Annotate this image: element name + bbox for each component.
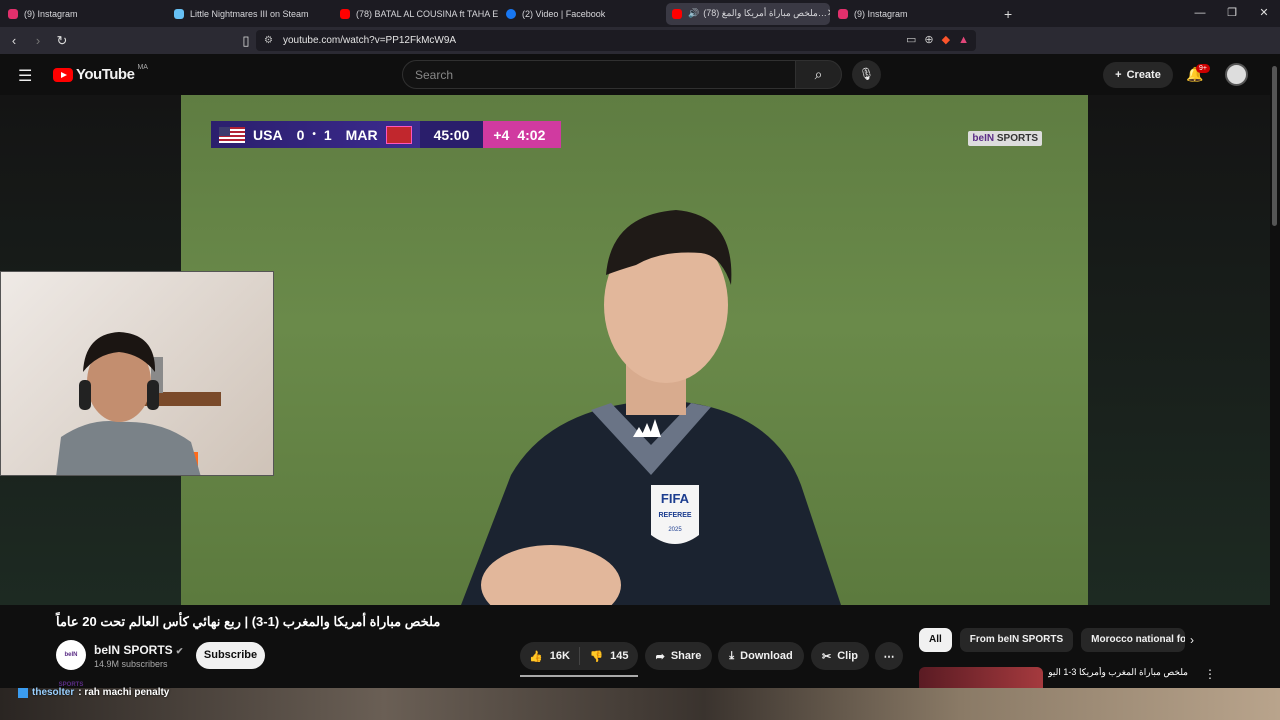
chip-from-channel[interactable]: From beIN SPORTS (959, 628, 1074, 652)
steam-icon (174, 8, 184, 19)
subscriber-count: 14.9M subscribers (94, 659, 168, 669)
more-vertical-icon[interactable]: ⋮ (1204, 667, 1216, 681)
voice-search-button[interactable]: 🎙 (852, 60, 881, 89)
download-icon: ⤓ (729, 649, 735, 662)
reload-icon[interactable]: ↻ (52, 33, 72, 49)
youtube-masthead: ☰ YouTube MA Search ⌕ 🎙 + Create 🔔 (0, 54, 1280, 95)
added-time: +4 4:02 (483, 121, 562, 148)
recommended-thumbnail[interactable] (919, 667, 1043, 689)
search-button[interactable]: ⌕ (795, 60, 842, 89)
match-clock: 45:00 (419, 121, 484, 148)
scrollbar-thumb[interactable] (1272, 66, 1277, 226)
share-icon: ➦ (655, 650, 665, 663)
plus-icon: + (1115, 69, 1122, 81)
close-window-button[interactable]: ✕ (1248, 0, 1280, 27)
browser-tab-active[interactable]: 🔊(78) ملخص مباراة أمريكا والمغ…✕ (666, 2, 830, 25)
url-text: youtube.com/watch?v=PP12FkMcW9A (282, 35, 457, 46)
account-avatar[interactable] (1225, 63, 1248, 86)
microphone-icon: 🎙 (858, 67, 875, 81)
brave-shield-icon[interactable]: ◆ (939, 33, 953, 46)
create-button[interactable]: + Create (1103, 62, 1173, 88)
clip-button[interactable]: ✂ Clip (811, 642, 869, 670)
facebook-icon (506, 8, 516, 19)
page-scrollbar[interactable] (1270, 54, 1280, 688)
filter-chips: All From beIN SPORTS Morocco national fo… (919, 628, 1186, 652)
new-tab-button[interactable]: + (1004, 6, 1012, 22)
browser-tab[interactable]: Little Nightmares III on Steam (168, 3, 332, 25)
chip-morocco[interactable]: Morocco national foo (1081, 628, 1186, 652)
site-info-icon[interactable]: ⚙ (264, 35, 273, 46)
browser-nav-bar: ‹ › ↻ ▯ ⚙ youtube.com/watch?v=PP12FkMcW9… (0, 27, 1280, 74)
browser-tab[interactable]: (2) Video | Facebook (500, 3, 664, 25)
forward-icon[interactable]: › (28, 33, 48, 48)
scissors-icon: ✂ (822, 650, 832, 663)
headphones-icon (79, 380, 91, 410)
bookmark-icon[interactable]: ▯ (236, 33, 256, 49)
youtube-icon (672, 8, 682, 19)
scoreboard-teams: USA 0 • 1 MAR (211, 121, 420, 148)
youtube-logo[interactable]: YouTube MA (53, 64, 148, 83)
notification-badge: 9+ (1196, 64, 1210, 73)
instagram-icon (8, 8, 18, 19)
address-bar[interactable]: ⚙ youtube.com/watch?v=PP12FkMcW9A ▭ ⊕ ◆ … (256, 30, 976, 51)
zoom-icon[interactable]: ⊕ (921, 33, 936, 46)
verified-icon: ✔ (175, 646, 184, 656)
chip-all[interactable]: All (919, 628, 952, 652)
player-backdrop-right (1088, 95, 1270, 605)
like-button[interactable]: 👍 16K (520, 647, 580, 665)
chevron-right-icon[interactable]: › (1190, 633, 1194, 647)
brave-rewards-icon[interactable]: ▲ (955, 34, 972, 46)
svg-text:FIFA: FIFA (661, 491, 690, 506)
hamburger-menu-icon[interactable]: ☰ (18, 66, 32, 86)
speaker-icon[interactable]: 🔊 (688, 8, 699, 19)
stream-chat-message: thesolter : rah machi penalty (18, 687, 169, 698)
youtube-icon (340, 8, 350, 19)
share-button[interactable]: ➦ Share (645, 642, 712, 670)
like-ratio-bar (520, 675, 638, 677)
streamer-webcam (0, 271, 274, 476)
streamer-figure (56, 332, 221, 475)
scoreboard: USA 0 • 1 MAR 45:00 +4 4:02 (211, 121, 562, 148)
recommended-title[interactable]: ملخص مباراة المغرب وأمريكا 3-1 اليوم | (1048, 667, 1188, 678)
browser-tab[interactable]: (9) Instagram (2, 3, 166, 25)
dislike-button[interactable]: 👎 145 (580, 650, 638, 663)
window-controls: — ❐ ✕ (1184, 0, 1280, 27)
referee-figure: FIFA REFEREE 2025 (461, 210, 841, 605)
restore-button[interactable]: ❐ (1216, 0, 1248, 27)
minimize-button[interactable]: — (1184, 0, 1216, 27)
search-input[interactable]: Search (402, 60, 796, 89)
browser-tab[interactable]: (78) BATAL AL COUSINA ft TAHA ESS… (334, 3, 498, 25)
video-player[interactable]: USA 0 • 1 MAR 45:00 +4 4:02 beIN SPORTS … (181, 95, 1088, 605)
download-button[interactable]: ⤓ Download (718, 642, 804, 670)
svg-text:REFEREE: REFEREE (658, 512, 691, 519)
browser-tab-bar: (9) Instagram Little Nightmares III on S… (0, 0, 1280, 27)
broadcaster-logo: beIN SPORTS (968, 131, 1042, 146)
video-title: ملخص مباراة أمريكا والمغرب (1-3) | ربع ن… (56, 614, 441, 629)
subscribe-button[interactable]: Subscribe (196, 642, 265, 669)
thumbs-down-icon: 👎 (589, 650, 604, 663)
thumbs-up-icon: 👍 (529, 650, 543, 663)
usa-flag-icon (219, 126, 245, 143)
browser-tab[interactable]: (9) Instagram (832, 3, 996, 25)
back-icon[interactable]: ‹ (4, 33, 24, 48)
more-actions-button[interactable]: ⋯ (875, 642, 903, 670)
cast-icon[interactable]: ▭ (903, 33, 919, 46)
search-icon: ⌕ (814, 66, 823, 82)
twitch-icon (18, 687, 28, 698)
morocco-flag-icon (385, 125, 412, 144)
headphones-icon (147, 380, 159, 410)
channel-avatar[interactable]: beIN SPORTS (56, 640, 86, 688)
like-dislike-bar: 👍 16K 👎 145 (520, 642, 638, 670)
close-tab-icon[interactable]: ✕ (827, 8, 830, 19)
svg-text:2025: 2025 (668, 527, 682, 533)
channel-name[interactable]: beIN SPORTS ✔ (94, 643, 183, 657)
more-horizontal-icon: ⋯ (883, 650, 895, 663)
hoodie (56, 421, 201, 475)
stream-bottom-overlay (0, 688, 1280, 720)
instagram-icon (838, 8, 848, 19)
youtube-play-icon (53, 67, 73, 82)
